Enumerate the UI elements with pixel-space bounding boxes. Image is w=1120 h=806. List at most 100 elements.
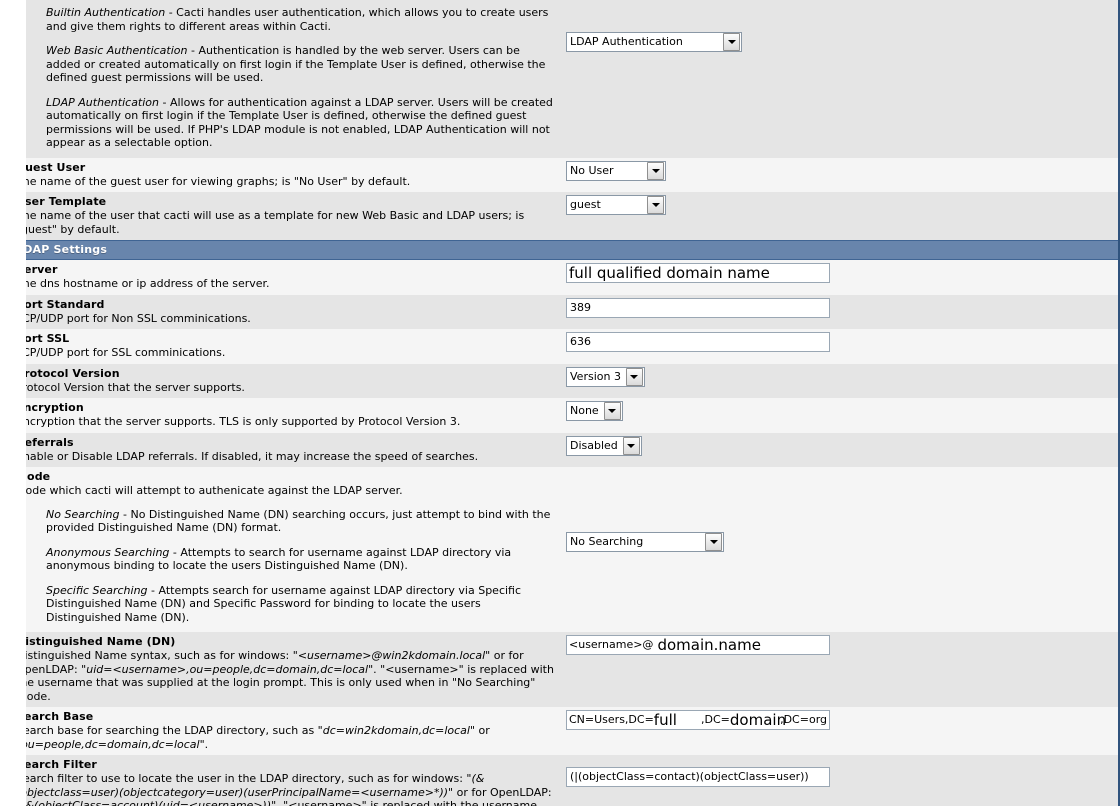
port-standard-description: TCP/UDP port for Non SSL comminications. xyxy=(16,311,251,325)
mode-row: Mode Mode which cacti will attempt to au… xyxy=(1,467,1119,500)
sb-value-part5: ,DC=org xyxy=(780,713,827,726)
prose-no-searching: No Searching - No Distinguished Name (DN… xyxy=(46,508,556,535)
distinguished-name-input[interactable]: <username>@ domain.name xyxy=(566,635,830,655)
sb-value-part3: ,DC= xyxy=(701,713,730,726)
encryption-description: Encryption that the server supports. TLS… xyxy=(16,415,461,428)
port-ssl-input[interactable]: 636 xyxy=(566,332,830,352)
mode-prose-cell: No Searching - No Distinguished Name (DN… xyxy=(1,499,562,632)
authentication-method-prose: Builtin Authentication - Cacti handles u… xyxy=(1,0,562,158)
protocol-version-description: Protocol Version that the server support… xyxy=(16,380,245,394)
server-description-cell: Server The dns hostname or ip address of… xyxy=(1,259,562,295)
user-template-description-cell: User Template The name of the user that … xyxy=(1,192,562,241)
search-base-description-cell: Search Base Search base for searching th… xyxy=(1,707,562,755)
authentication-method-select[interactable]: LDAP Authentication xyxy=(566,32,742,52)
search-base-control-cell: CN=Users,DC= full ,DC= domain ,DC=org xyxy=(562,707,1119,755)
mode-value: No Searching xyxy=(570,534,644,548)
authentication-method-control-cell: LDAP Authentication xyxy=(562,0,1119,158)
search-filter-control-cell: (|(objectClass=contact)(objectClass=user… xyxy=(562,755,1119,806)
referrals-description: Enable or Disable LDAP referrals. If dis… xyxy=(16,449,479,463)
distinguished-name-description-cell: Distinguished Name (DN) Distinguished Na… xyxy=(1,632,562,707)
prose-web-basic-authentication: Web Basic Authentication - Authenticatio… xyxy=(46,44,556,85)
protocol-version-title: Protocol Version xyxy=(16,366,120,380)
prose-anonymous-searching: Anonymous Searching - Attempts to search… xyxy=(46,546,556,573)
prose-web-basic-term: Web Basic Authentication xyxy=(46,44,188,57)
server-description: The dns hostname or ip address of the se… xyxy=(16,277,270,290)
encryption-select[interactable]: None xyxy=(566,401,623,421)
sb-desc-3: ". xyxy=(199,737,209,751)
guest-user-row: Guest User The name of the guest user fo… xyxy=(1,157,1119,192)
user-template-select[interactable]: guest xyxy=(566,195,666,215)
distinguished-name-description: Distinguished Name syntax, such as for w… xyxy=(16,649,556,703)
encryption-title: Encryption xyxy=(16,401,84,414)
prose-specific-searching: Specific Searching - Attempts search for… xyxy=(46,584,556,625)
search-filter-input[interactable]: (|(objectClass=contact)(objectClass=user… xyxy=(566,767,830,787)
port-standard-title: Port Standard xyxy=(16,297,105,311)
chevron-down-icon xyxy=(622,436,640,455)
mode-title: Mode xyxy=(16,470,51,483)
sf-desc-example-2: (&(objectClass=account)(uid=<username>)) xyxy=(21,799,272,806)
encryption-value: None xyxy=(570,404,599,417)
chevron-down-icon xyxy=(625,367,643,386)
dn-desc-example-1: <username>@win2kdomain.local xyxy=(297,649,486,662)
user-template-title: User Template xyxy=(16,195,107,208)
ldap-settings-section-header-row: LDAP Settings xyxy=(1,240,1119,260)
search-base-description: Search base for searching the LDAP direc… xyxy=(16,724,556,751)
prose-ldap-term: LDAP Authentication xyxy=(46,95,160,109)
protocol-version-description-cell: Protocol Version Protocol Version that t… xyxy=(1,363,562,398)
search-filter-row: Search Filter Search filter to use to lo… xyxy=(1,755,1119,806)
dn-value-domain: domain.name xyxy=(657,636,761,654)
chevron-down-icon xyxy=(647,196,664,214)
distinguished-name-title: Distinguished Name (DN) xyxy=(16,635,176,648)
authentication-method-row: Builtin Authentication - Cacti handles u… xyxy=(1,0,1119,158)
user-template-description: The name of the user that cacti will use… xyxy=(16,209,525,236)
search-filter-description: Search filter to use to locate the user … xyxy=(16,772,556,806)
encryption-description-cell: Encryption Encryption that the server su… xyxy=(1,398,562,433)
sb-value-part1: CN=Users,DC= xyxy=(569,713,654,726)
search-base-title: Search Base xyxy=(16,710,94,723)
mode-control-cell-spacer xyxy=(562,467,1119,500)
search-base-row: Search Base Search base for searching th… xyxy=(1,707,1119,755)
prose-no-searching-text: - No Distinguished Name (DN) searching o… xyxy=(46,507,551,535)
authentication-settings-table: Builtin Authentication - Cacti handles u… xyxy=(0,0,1120,806)
port-standard-description-cell: Port Standard TCP/UDP port for Non SSL c… xyxy=(1,294,562,329)
search-base-input[interactable]: CN=Users,DC= full ,DC= domain ,DC=org xyxy=(566,710,830,730)
user-template-control-cell: guest xyxy=(562,192,1119,241)
ldap-settings-section-header: LDAP Settings xyxy=(1,240,1119,260)
distinguished-name-row: Distinguished Name (DN) Distinguished Na… xyxy=(1,632,1119,707)
mode-control-cell: No Searching xyxy=(562,499,1119,632)
port-standard-input[interactable]: 389 xyxy=(566,297,830,318)
referrals-value: Disabled xyxy=(570,438,618,452)
chevron-down-icon xyxy=(647,161,664,180)
distinguished-name-control-cell: <username>@ domain.name xyxy=(562,632,1119,707)
user-template-row: User Template The name of the user that … xyxy=(1,192,1119,241)
sb-desc-example-1: dc=win2kdomain,dc=local xyxy=(322,724,470,737)
user-template-value: guest xyxy=(570,198,601,211)
sb-value-part4: domain xyxy=(729,711,787,729)
guest-user-description: The name of the guest user for viewing g… xyxy=(16,174,411,188)
mode-select[interactable]: No Searching xyxy=(566,531,724,552)
protocol-version-select[interactable]: Version 3 xyxy=(566,366,645,387)
referrals-title: Referrals xyxy=(16,435,74,449)
settings-page: Builtin Authentication - Cacti handles u… xyxy=(0,0,1120,806)
mode-description: Mode which cacti will attempt to autheni… xyxy=(16,484,403,497)
referrals-row: Referrals Enable or Disable LDAP referra… xyxy=(1,432,1119,467)
server-input[interactable]: full qualified domain name xyxy=(566,263,830,283)
prose-specific-searching-term: Specific Searching xyxy=(46,583,148,597)
protocol-version-value: Version 3 xyxy=(570,369,621,383)
referrals-select[interactable]: Disabled xyxy=(566,435,642,456)
sb-value-part2: full xyxy=(653,711,677,729)
dn-value-prefix: <username>@ xyxy=(569,638,654,651)
search-filter-title: Search Filter xyxy=(16,758,97,771)
port-ssl-title: Port SSL xyxy=(16,332,70,345)
guest-user-description-cell: Guest User The name of the guest user fo… xyxy=(1,157,562,192)
server-control-cell: full qualified domain name xyxy=(562,259,1119,295)
encryption-row: Encryption Encryption that the server su… xyxy=(1,398,1119,433)
port-ssl-control-cell: 636 xyxy=(562,329,1119,364)
port-standard-control-cell: 389 xyxy=(562,294,1119,329)
guest-user-select[interactable]: No User xyxy=(566,160,666,181)
sb-desc-1: Search base for searching the LDAP direc… xyxy=(16,724,323,737)
guest-user-control-cell: No User xyxy=(562,157,1119,192)
port-ssl-description: TCP/UDP port for SSL comminications. xyxy=(16,346,226,359)
chevron-down-icon xyxy=(603,402,621,420)
prose-builtin-term: Builtin Authentication xyxy=(46,6,166,19)
